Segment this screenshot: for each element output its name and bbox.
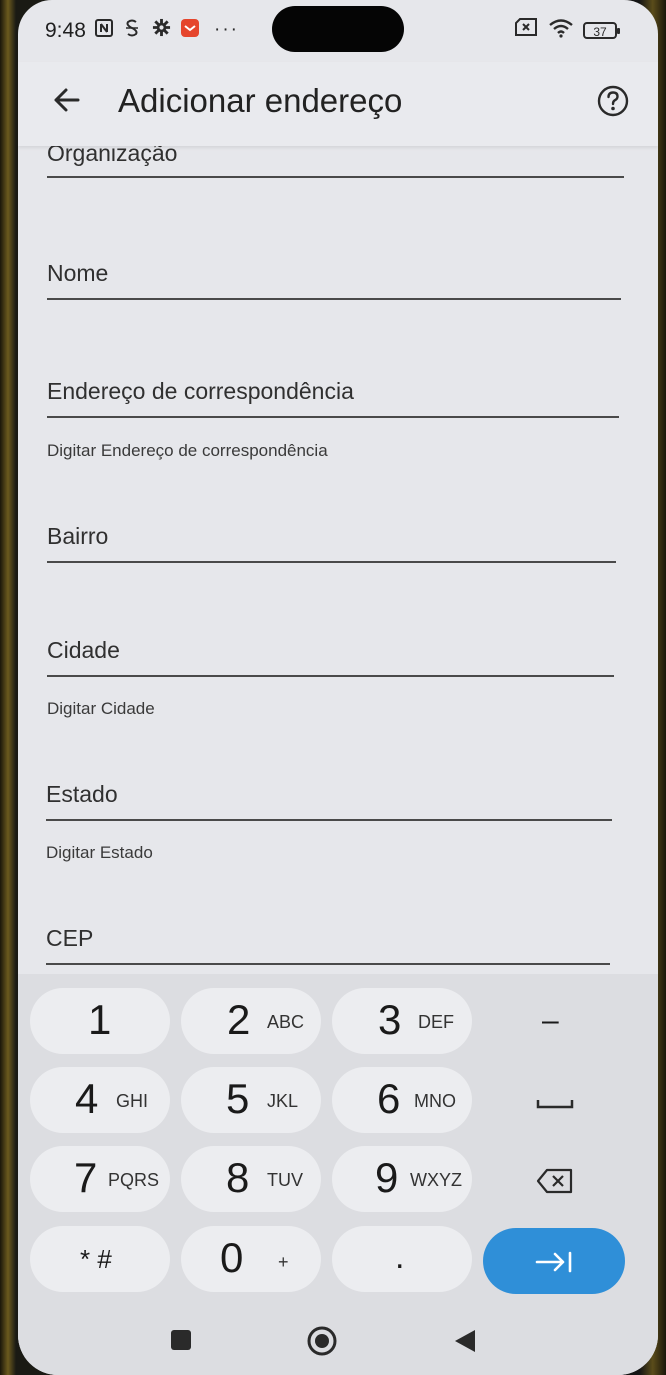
camera-cutout [272, 6, 404, 52]
key-digit: 1 [88, 996, 112, 1043]
field-label: CEP [46, 925, 94, 951]
key-6[interactable]: 6 MNO [332, 1067, 472, 1133]
key-4[interactable]: 4 GHI [30, 1067, 170, 1133]
field-label: Cidade [47, 637, 120, 663]
field-underline [47, 176, 624, 178]
name-field[interactable]: Nome [47, 256, 621, 302]
key-backspace[interactable] [484, 1146, 624, 1212]
neighborhood-field[interactable]: Bairro [47, 519, 617, 565]
field-underline [46, 963, 610, 965]
home-icon[interactable] [307, 1326, 337, 1361]
key-letters: GHI [116, 1091, 149, 1111]
numeric-keyboard: 1 2 ABC 3 DEF – 4 GHI 5 JKL 6 MNO 7 PQRS… [18, 974, 658, 1375]
status-bar: 9:48 ··· 37 [18, 0, 658, 62]
key-0[interactable]: 0 + [181, 1226, 321, 1292]
key-symbol: * # [80, 1244, 112, 1274]
screen: 9:48 ··· 37 Adicionar endereço Organizaç… [18, 0, 658, 1375]
key-letters: DEF [418, 1012, 454, 1032]
key-dash[interactable]: – [484, 988, 624, 1054]
sim-off-icon [514, 18, 538, 43]
field-label: Bairro [47, 523, 109, 549]
back-nav-icon[interactable] [453, 1328, 477, 1359]
key-digit: 7 [74, 1154, 98, 1201]
key-8[interactable]: 8 TUV [181, 1146, 321, 1212]
back-arrow-icon[interactable] [48, 80, 88, 120]
key-9[interactable]: 9 WXYZ [332, 1146, 472, 1212]
notification-app-icon [180, 18, 200, 45]
key-letters: TUV [267, 1170, 303, 1190]
key-letters: + [278, 1252, 289, 1272]
field-underline [47, 561, 616, 563]
mailing-address-field[interactable]: Endereço de correspondência [47, 374, 619, 420]
backspace-icon [536, 1168, 574, 1199]
key-space[interactable] [484, 1067, 624, 1133]
key-letters: WXYZ [410, 1170, 462, 1190]
key-3[interactable]: 3 DEF [332, 988, 472, 1054]
space-icon [536, 1097, 574, 1115]
key-7[interactable]: 7 PQRS [30, 1146, 170, 1212]
more-dots-icon: ··· [214, 19, 239, 40]
key-digit: 2 [227, 996, 251, 1043]
key-digit: 3 [378, 996, 402, 1043]
field-label: Organização [47, 146, 178, 166]
next-field-icon [535, 1250, 575, 1279]
key-1[interactable]: 1 [30, 988, 170, 1054]
key-dot[interactable]: . [332, 1226, 472, 1292]
wifi-icon [548, 18, 574, 45]
key-digit: 0 [220, 1234, 244, 1281]
field-label: Nome [47, 260, 109, 286]
state-hint: Digitar Estado [46, 843, 153, 862]
field-underline [46, 819, 612, 821]
mailing-address-hint: Digitar Endereço de correspondência [47, 441, 328, 460]
key-star-hash[interactable]: * # [30, 1226, 170, 1292]
key-next[interactable] [483, 1228, 625, 1294]
key-digit: 8 [226, 1154, 250, 1201]
field-label: Endereço de correspondência [47, 378, 354, 404]
s-app-icon [124, 18, 140, 45]
help-icon[interactable] [596, 84, 630, 118]
app-bar: Adicionar endereço [18, 62, 658, 146]
field-underline [47, 416, 619, 418]
address-form: Organização Nome Endereço de correspondê… [18, 146, 658, 974]
key-digit: 4 [75, 1075, 99, 1122]
key-digit: 5 [226, 1075, 250, 1122]
city-field[interactable]: Cidade [47, 633, 617, 679]
key-letters: ABC [267, 1012, 305, 1032]
state-field[interactable]: Estado [46, 777, 617, 823]
postal-code-field[interactable]: CEP [46, 921, 617, 967]
key-letters: PQRS [108, 1170, 160, 1190]
key-digit: 6 [377, 1075, 401, 1122]
battery-icon: 37 [583, 22, 620, 39]
field-underline [47, 298, 621, 300]
gear-icon [152, 18, 171, 44]
nfc-icon [94, 18, 114, 45]
page-title: Adicionar endereço [118, 82, 403, 119]
key-symbol: . [395, 1238, 405, 1276]
organization-field[interactable]: Organização [47, 146, 624, 184]
key-digit: 9 [375, 1154, 399, 1201]
field-underline [47, 675, 614, 677]
key-5[interactable]: 5 JKL [181, 1067, 321, 1133]
field-label: Estado [46, 781, 118, 807]
recents-icon[interactable] [170, 1329, 192, 1356]
key-letters: MNO [414, 1091, 456, 1111]
key-symbol: – [542, 1004, 559, 1037]
system-nav-bar [18, 1322, 658, 1375]
city-hint: Digitar Cidade [47, 699, 155, 718]
key-2[interactable]: 2 ABC [181, 988, 321, 1054]
status-time: 9:48 [45, 19, 86, 42]
key-letters: JKL [267, 1091, 299, 1111]
